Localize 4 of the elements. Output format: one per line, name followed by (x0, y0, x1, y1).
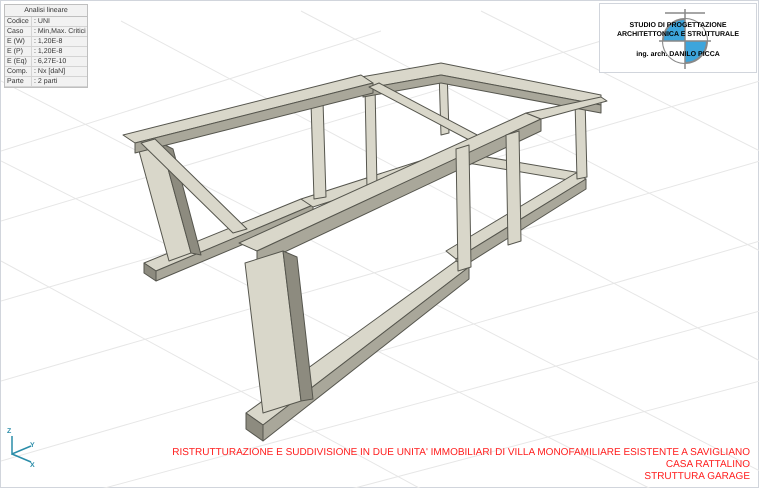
project-title: CASA RATTALINO (666, 459, 750, 471)
project-title: STRUTTURA GARAGE (644, 471, 750, 483)
axis-triad-icon (9, 436, 33, 464)
project-title: RISTRUTTURAZIONE E SUDDIVISIONE IN DUE UNITA' IMMOBILIARI DI VILLA MONOFAMILIARE ESISTENTE A SAVIGLIANO (172, 447, 750, 459)
